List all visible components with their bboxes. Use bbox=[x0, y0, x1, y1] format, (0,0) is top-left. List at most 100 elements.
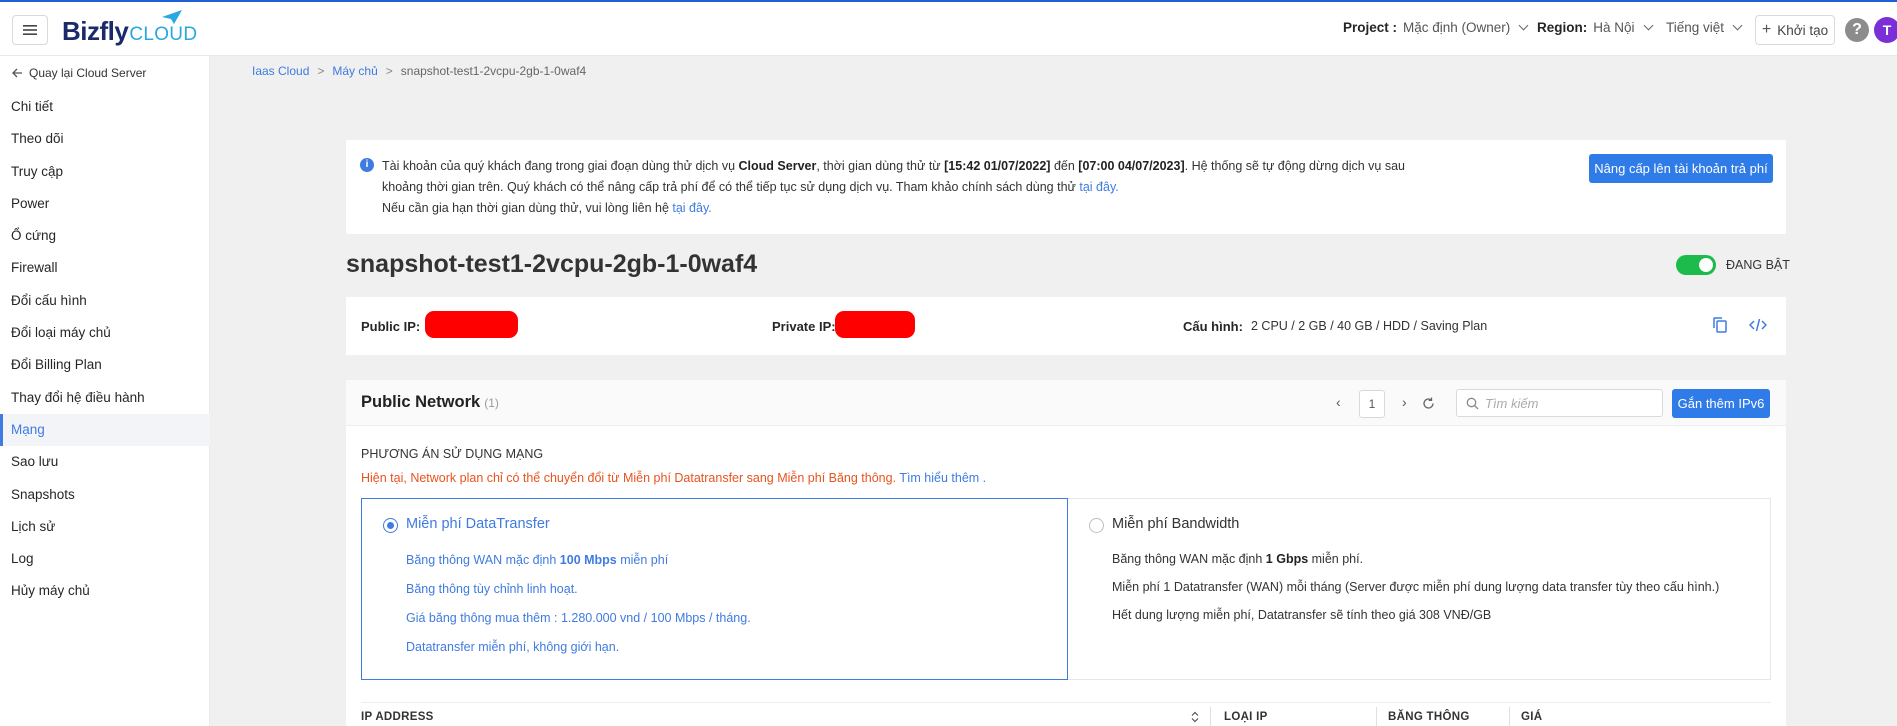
feature-text: Băng thông WAN mặc định bbox=[406, 553, 560, 567]
column-divider bbox=[1509, 707, 1510, 726]
network-plan-note: Hiện tại, Network plan chỉ có thể chuyển… bbox=[361, 471, 986, 485]
user-avatar[interactable]: T bbox=[1874, 17, 1897, 43]
sidebar-item[interactable]: Lịch sử bbox=[0, 511, 210, 543]
notice-from-date: [15:42 01/07/2022] bbox=[944, 159, 1051, 173]
trial-policy-link[interactable]: tại đây. bbox=[1079, 180, 1118, 194]
feature-text: miễn phí bbox=[616, 553, 669, 567]
language-selector[interactable]: Tiếng việt bbox=[1666, 20, 1743, 35]
plan-feature: Giá băng thông mua thêm : 1.280.000 vnd … bbox=[406, 611, 751, 625]
feature-value: 100 Mbps bbox=[559, 553, 617, 567]
sidebar-item[interactable]: Snapshots bbox=[0, 479, 210, 511]
menu-button[interactable] bbox=[12, 15, 48, 45]
refresh-icon[interactable] bbox=[1422, 397, 1435, 410]
search-box bbox=[1456, 389, 1663, 417]
page-number[interactable]: 1 bbox=[1359, 390, 1385, 418]
sidebar-item[interactable]: Firewall bbox=[0, 252, 210, 284]
plan-option-datatransfer[interactable]: Miễn phí DataTransfer Băng thông WAN mặc… bbox=[361, 498, 1068, 680]
hamburger-icon bbox=[23, 25, 37, 35]
project-value: Mặc định (Owner) bbox=[1403, 20, 1511, 35]
sidebar: Quay lại Cloud Server Chi tiết Theo dõi Tr… bbox=[0, 56, 210, 726]
ip-table-header: IP ADDRESS LOẠI IP BĂNG THÔNG GIÁ bbox=[361, 702, 1771, 726]
help-icon[interactable]: ? bbox=[1845, 18, 1869, 42]
feature-text: Băng thông WAN mặc định bbox=[1112, 552, 1266, 566]
power-toggle[interactable] bbox=[1676, 255, 1716, 275]
copy-icon[interactable] bbox=[1709, 314, 1731, 336]
section-title: Public Network bbox=[361, 393, 481, 411]
radio-selected[interactable] bbox=[383, 518, 398, 533]
breadcrumb-separator: > bbox=[317, 64, 325, 78]
breadcrumb: Iaas Cloud > Máy chủ > snapshot-test1-2v… bbox=[252, 64, 586, 78]
config-label: Cấu hình: bbox=[1183, 319, 1243, 334]
plan-feature: Datatransfer miễn phí, không giới hạn. bbox=[406, 640, 620, 654]
plan-feature: Băng thông WAN mặc định 100 Mbps miễn ph… bbox=[406, 553, 668, 567]
sidebar-item[interactable]: Truy cập bbox=[0, 156, 210, 188]
breadcrumb-servers[interactable]: Máy chủ bbox=[332, 64, 377, 78]
sidebar-item[interactable]: Đổi Billing Plan bbox=[0, 349, 210, 381]
column-price: GIÁ bbox=[1521, 711, 1543, 723]
public-ip-label: Public IP: bbox=[361, 319, 421, 334]
back-label: Quay lại Cloud Server bbox=[29, 66, 147, 80]
sidebar-item[interactable]: Theo dõi bbox=[0, 123, 210, 155]
sidebar-item[interactable]: Ổ cứng bbox=[0, 220, 210, 252]
search-input[interactable] bbox=[1485, 394, 1655, 412]
breadcrumb-iaas[interactable]: Iaas Cloud bbox=[252, 64, 309, 78]
region-selector[interactable]: Region: Hà Nội bbox=[1537, 20, 1653, 35]
prev-page-icon[interactable]: ‹ bbox=[1336, 394, 1341, 410]
sidebar-item[interactable]: Thay đổi hệ điều hành bbox=[0, 382, 210, 414]
logo-main-text: Bizfly bbox=[62, 16, 129, 46]
plan-title: Miễn phí DataTransfer bbox=[406, 516, 550, 532]
sidebar-item[interactable]: Power bbox=[0, 188, 210, 220]
sidebar-item[interactable]: Chi tiết bbox=[0, 91, 210, 123]
contact-link[interactable]: tại đây. bbox=[672, 201, 711, 215]
plan-feature: Băng thông tùy chỉnh linh hoạt. bbox=[406, 582, 578, 596]
plan-feature: Miễn phí 1 Datatransfer (WAN) mỗi tháng … bbox=[1112, 580, 1720, 594]
sidebar-item[interactable]: Đổi loại máy chủ bbox=[0, 317, 210, 349]
language-value: Tiếng việt bbox=[1666, 20, 1725, 35]
info-icon: i bbox=[360, 158, 374, 172]
back-link[interactable]: Quay lại Cloud Server bbox=[12, 66, 146, 80]
plan-feature: Băng thông WAN mặc định 1 Gbps miễn phí. bbox=[1112, 552, 1363, 566]
sort-icon[interactable] bbox=[1191, 711, 1199, 723]
plan-option-bandwidth[interactable]: Miễn phí Bandwidth Băng thông WAN mặc đị… bbox=[1068, 499, 1770, 679]
network-plan-options: Miễn phí DataTransfer Băng thông WAN mặc… bbox=[361, 498, 1771, 680]
config-value: 2 CPU / 2 GB / 40 GB / HDD / Saving Plan bbox=[1251, 319, 1488, 333]
notice-text: đến bbox=[1050, 159, 1079, 173]
upgrade-button[interactable]: Nâng cấp lên tài khoản trả phí bbox=[1589, 154, 1773, 183]
notice-to-date: [07:00 04/07/2023] bbox=[1078, 159, 1185, 173]
notice-text: , thời gian dùng thử từ bbox=[816, 159, 945, 173]
code-icon[interactable] bbox=[1747, 314, 1769, 336]
breadcrumb-current: snapshot-test1-2vcpu-2gb-1-0waf4 bbox=[400, 64, 587, 78]
plus-icon: + bbox=[1761, 21, 1772, 38]
project-selector[interactable]: Project : Mặc định (Owner) bbox=[1343, 20, 1529, 35]
region-label: Region: bbox=[1537, 20, 1588, 35]
sidebar-item[interactable]: Sao lưu bbox=[0, 446, 210, 478]
notice-text: Tài khoản của quý khách đang trong giai … bbox=[382, 159, 739, 173]
search-icon bbox=[1466, 397, 1479, 410]
radio-unselected[interactable] bbox=[1089, 518, 1104, 533]
sidebar-item[interactable]: Hủy máy chủ bbox=[0, 575, 210, 607]
learn-more-link[interactable]: Tìm hiểu thêm . bbox=[899, 471, 986, 485]
trial-notice: i Tài khoản của quý khách đang trong gia… bbox=[346, 140, 1786, 234]
sidebar-item[interactable]: Log bbox=[0, 543, 210, 575]
chevron-down-icon bbox=[1732, 20, 1743, 31]
feature-text: miễn phí. bbox=[1308, 552, 1364, 566]
top-header: Bizfly CLOUD Project : Mặc định (Owner) … bbox=[0, 0, 1897, 56]
arrow-left-icon bbox=[12, 68, 22, 78]
chevron-down-icon bbox=[1643, 20, 1653, 31]
public-network-title: Public Network (1) bbox=[361, 393, 499, 412]
public-ip-redacted bbox=[425, 311, 518, 338]
column-ip-address[interactable]: IP ADDRESS bbox=[361, 711, 434, 723]
add-ipv6-button[interactable]: Gắn thêm IPv6 bbox=[1672, 389, 1770, 418]
create-button[interactable]: + Khởi tạo bbox=[1755, 15, 1835, 45]
sidebar-item[interactable]: Mạng bbox=[0, 413, 210, 447]
sidebar-item[interactable]: Đổi cấu hình bbox=[0, 285, 210, 317]
public-network-header: Public Network(1) ‹ 1 › Gắn thêm IPv6 bbox=[346, 380, 1786, 426]
server-info-row: Public IP: Private IP: Cấu hình: 2 CPU /… bbox=[346, 297, 1786, 355]
chevron-down-icon bbox=[1518, 20, 1529, 31]
next-page-icon[interactable]: › bbox=[1402, 394, 1407, 410]
private-ip-label: Private IP: bbox=[772, 319, 836, 334]
bizfly-logo[interactable]: Bizfly CLOUD bbox=[62, 10, 197, 46]
private-ip-redacted bbox=[835, 311, 915, 338]
sidebar-nav: Chi tiết Theo dõi Truy cập Power Ổ cứng Firew… bbox=[0, 91, 210, 608]
breadcrumb-separator: > bbox=[385, 64, 393, 78]
